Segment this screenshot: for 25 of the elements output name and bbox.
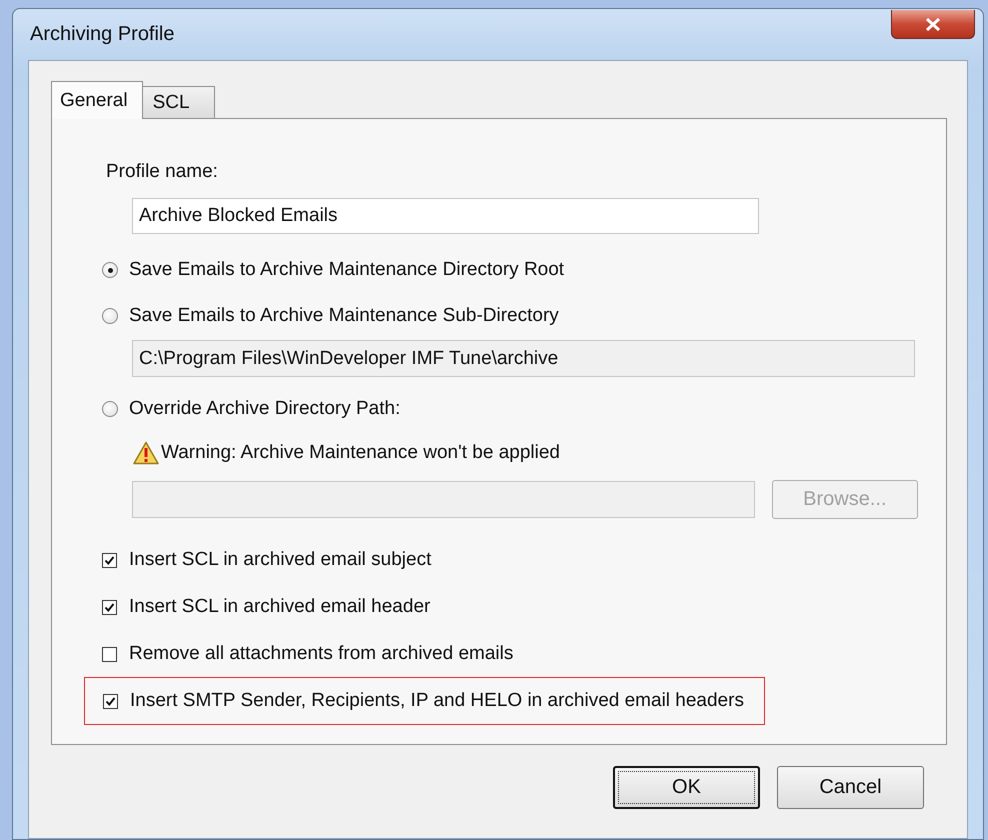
radio-button[interactable] (102, 401, 118, 417)
warning-icon (133, 441, 159, 465)
checkbox-label: Insert SCL in archived email header (129, 596, 430, 618)
close-button[interactable] (891, 10, 975, 39)
checkbox[interactable] (102, 552, 117, 568)
warning-text: Warning: Archive Maintenance won't be applied (161, 442, 560, 464)
checkbox-label: Insert SMTP Sender, Recipients, IP and HELO in archived email headers (130, 690, 744, 712)
window-title: Archiving Profile (29, 22, 175, 47)
checkbox[interactable] (102, 646, 117, 662)
checkbox-label: Remove all attachments from archived emails (129, 643, 514, 665)
field-label: Profile name: (106, 160, 219, 184)
checkbox[interactable] (103, 694, 118, 708)
profile-name-field[interactable]: Archive Blocked Emails (132, 198, 759, 234)
dialog-button[interactable]: OK (613, 766, 760, 809)
radio-button[interactable] (102, 308, 118, 324)
radio-button[interactable] (102, 262, 118, 278)
tab[interactable]: SCL (142, 86, 215, 118)
dialog-button[interactable]: Cancel (777, 766, 924, 809)
radio-label: Save Emails to Archive Maintenance Sub-Directory (129, 305, 559, 327)
checkbox[interactable] (102, 600, 117, 614)
radio-label: Override Archive Directory Path: (129, 398, 400, 420)
checkbox-label: Insert SCL in archived email subject (129, 549, 432, 571)
close-icon (925, 18, 941, 30)
radio-label: Save Emails to Archive Maintenance Directory Root (129, 259, 564, 281)
tab[interactable]: General (51, 81, 143, 119)
